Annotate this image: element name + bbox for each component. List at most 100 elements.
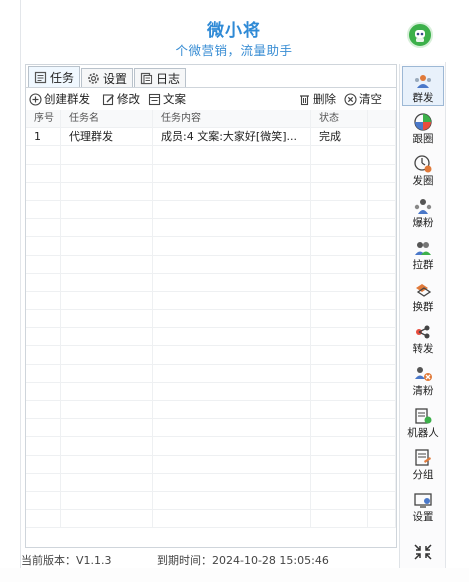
empty-table-row	[26, 491, 396, 511]
expire-time-text: 到期时间：2024-10-28 15:05:46	[157, 554, 329, 567]
empty-table-row	[26, 510, 396, 529]
empty-table-row	[26, 346, 396, 365]
sidebar-label: 换群	[412, 301, 434, 313]
sidebar-label: 设置	[412, 511, 434, 523]
app-title: 微小将	[207, 21, 261, 41]
empty-table-row	[26, 200, 396, 220]
empty-table-row	[26, 401, 396, 420]
sidebar-label: 发圈	[412, 175, 434, 187]
edit-label: 修改	[117, 92, 140, 106]
clear-label: 清空	[359, 92, 382, 106]
sidebar-label: 群发	[412, 92, 434, 104]
clear-button[interactable]: 清空	[344, 91, 382, 107]
sidebar-item-group[interactable]: 分组	[402, 444, 444, 484]
sidebar-item-forward[interactable]: 转发	[402, 318, 444, 358]
task-icon	[34, 71, 47, 84]
delete-label: 删除	[313, 92, 336, 106]
sidebar-item-follow-moments[interactable]: 跟圈	[402, 108, 444, 148]
sidebar-item-swap-group[interactable]: 换群	[402, 276, 444, 316]
moments-follow-icon	[413, 112, 433, 132]
empty-rows	[26, 146, 396, 529]
tab-log-label: 日志	[156, 71, 181, 86]
sidebar-item-robot[interactable]: 机器人	[402, 402, 444, 442]
column-header-content[interactable]: 任务内容	[153, 110, 311, 128]
pull-group-icon	[413, 238, 433, 258]
gear-icon	[87, 72, 100, 85]
sidebar-label: 跟圈	[412, 133, 434, 145]
edit-button[interactable]: 修改	[102, 91, 140, 107]
sidebar-item-settings[interactable]: 设置	[402, 486, 444, 526]
swap-group-icon	[413, 280, 433, 300]
collapse-icon	[412, 544, 434, 565]
task-table: 序号 任务名 任务内容 状态 1 代理群发 成员:4 文案:大家好[微笑]...…	[26, 110, 396, 547]
empty-table-row	[26, 182, 396, 201]
table-header: 序号 任务名 任务内容 状态	[26, 110, 396, 129]
empty-table-row	[26, 255, 396, 274]
collapse-button[interactable]	[412, 542, 434, 562]
empty-table-row	[26, 364, 396, 383]
empty-table-row	[26, 455, 396, 474]
window-bottom-edge	[0, 568, 469, 582]
create-broadcast-label: 创建群发	[44, 92, 90, 106]
sidebar-item-clean-fans[interactable]: 清粉	[402, 360, 444, 400]
empty-table-row	[26, 237, 396, 256]
copywriting-label: 文案	[163, 92, 186, 106]
clear-icon	[344, 92, 357, 106]
task-panel: 任务 设置 日志 创建群发 修改 文案 删除 清空 序号 任务名 任务内容 状态…	[25, 64, 397, 548]
empty-table-row	[26, 328, 396, 347]
copywriting-icon	[148, 93, 161, 106]
column-header-name[interactable]: 任务名	[61, 110, 153, 128]
column-header-filler	[368, 110, 396, 128]
sidebar-label: 清粉	[412, 385, 434, 397]
sidebar-label: 机器人	[407, 427, 439, 439]
row-task-name: 代理群发	[61, 128, 153, 146]
fans-boost-icon	[413, 196, 433, 216]
empty-table-row	[26, 419, 396, 438]
column-header-status[interactable]: 状态	[311, 110, 368, 128]
trash-icon	[298, 93, 311, 106]
tab-tasks-label: 任务	[50, 70, 75, 85]
delete-button[interactable]: 删除	[298, 91, 336, 107]
empty-table-row	[26, 291, 396, 311]
row-index: 1	[26, 128, 61, 146]
version-text: 当前版本：V1.1.3	[21, 554, 112, 567]
empty-table-row	[26, 219, 396, 238]
empty-table-row	[26, 473, 396, 492]
plus-circle-icon	[29, 92, 42, 106]
robot-avatar-icon[interactable]	[407, 22, 433, 48]
copywriting-button[interactable]: 文案	[148, 91, 186, 107]
row-status: 完成	[311, 128, 368, 146]
empty-table-row	[26, 146, 396, 165]
sidebar-item-fans-boost[interactable]: 爆粉	[402, 192, 444, 232]
empty-table-row	[26, 273, 396, 292]
task-toolbar: 创建群发 修改 文案 删除 清空	[26, 87, 396, 109]
sidebar-label: 分组	[412, 469, 434, 481]
clean-fans-icon	[413, 364, 433, 384]
create-broadcast-button[interactable]: 创建群发	[29, 91, 90, 107]
feature-sidebar: 群发 跟圈 发圈 爆粉 拉群 换群 转发 清粉 机器人 分组 设置	[399, 64, 445, 568]
app-subtitle: 个微营销，流量助手	[175, 43, 293, 58]
tab-bar: 任务 设置 日志	[28, 65, 187, 87]
broadcast-icon	[413, 71, 433, 91]
sidebar-label: 转发	[412, 343, 434, 355]
robot-icon	[413, 406, 433, 426]
tab-tasks[interactable]: 任务	[28, 66, 81, 87]
empty-table-row	[26, 437, 396, 456]
app-header: 微小将 个微营销，流量助手	[21, 0, 447, 62]
app-window: 微小将 个微营销，流量助手 任务 设置 日志 创建群发 修改 文案 删除 清空 …	[20, 0, 447, 568]
sidebar-item-broadcast[interactable]: 群发	[402, 66, 444, 106]
log-icon	[140, 72, 153, 85]
column-header-index[interactable]: 序号	[26, 110, 61, 128]
empty-table-row	[26, 164, 396, 183]
forward-icon	[413, 322, 433, 342]
tab-log[interactable]: 日志	[134, 68, 187, 87]
sidebar-label: 爆粉	[412, 217, 434, 229]
sidebar-item-post-moments[interactable]: 发圈	[402, 150, 444, 190]
sidebar-item-pull-group[interactable]: 拉群	[402, 234, 444, 274]
tab-settings[interactable]: 设置	[81, 68, 134, 87]
group-icon	[413, 448, 433, 468]
sidebar-label: 拉群	[412, 259, 434, 271]
table-row[interactable]: 1 代理群发 成员:4 文案:大家好[微笑]... 完成	[26, 128, 396, 147]
row-task-content: 成员:4 文案:大家好[微笑]...	[153, 128, 311, 146]
empty-table-row	[26, 310, 396, 329]
